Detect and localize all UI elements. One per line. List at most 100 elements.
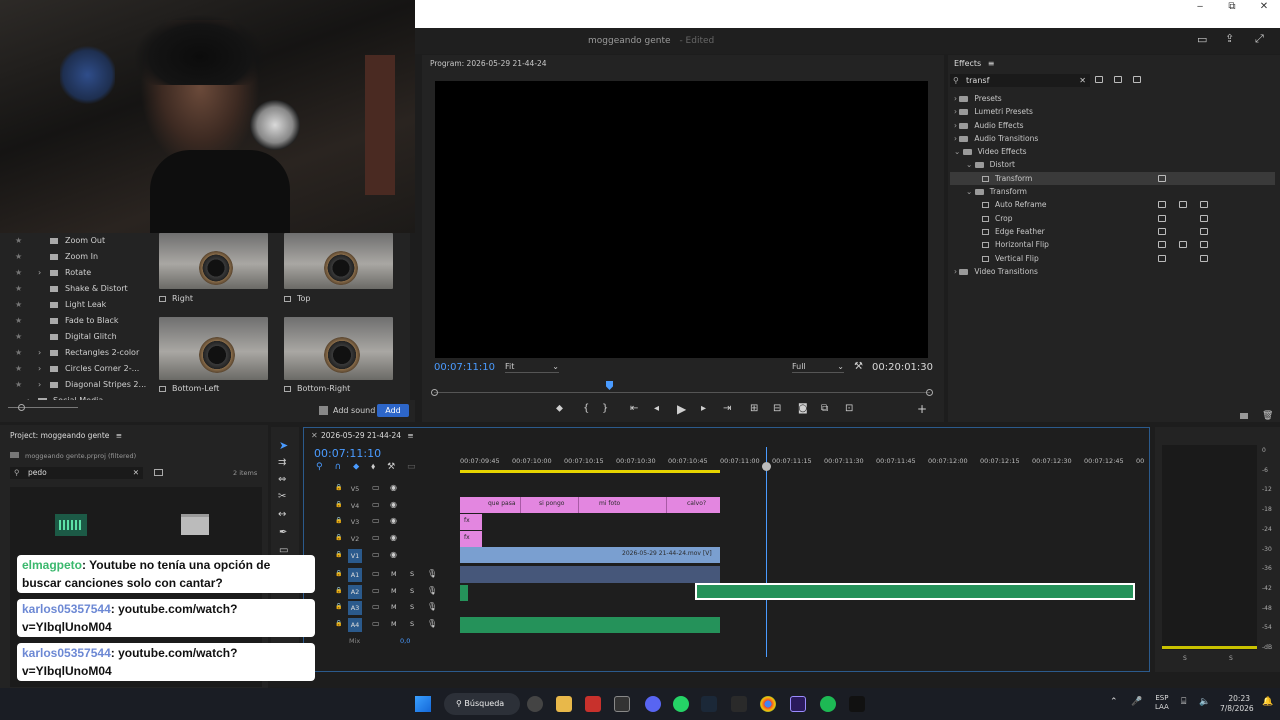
lock-icon[interactable]: 🔒	[335, 501, 342, 508]
track-label[interactable]: A3	[348, 601, 362, 616]
lock-icon[interactable]: 🔒	[335, 551, 342, 558]
go-to-in-icon[interactable]: ⇤	[630, 403, 638, 414]
preset-item[interactable]: ★ › Rotate	[0, 265, 150, 281]
snap-icon[interactable]: ⚲	[316, 462, 323, 472]
eye-icon[interactable]: ◉	[390, 533, 397, 542]
program-timecode[interactable]: 00:07:11:10	[434, 362, 495, 373]
menu-icon[interactable]: ≡	[407, 431, 413, 440]
preset-item[interactable]: ★ Zoom Out	[0, 233, 150, 249]
32bit-effects-icon[interactable]	[1114, 76, 1122, 83]
track-label[interactable]: V3	[348, 515, 362, 529]
audio-track-header[interactable]: 🔒 A1 ▭ M S 🎙	[305, 567, 460, 583]
effects-folder[interactable]: › Audio Transitions	[950, 132, 1275, 145]
volume-icon[interactable]: 🔈	[1199, 697, 1210, 707]
whatsapp-icon[interactable]	[673, 696, 689, 712]
sync-lock-icon[interactable]: ▭	[372, 602, 380, 611]
add-button[interactable]: Add	[377, 404, 409, 417]
obs-icon[interactable]	[614, 696, 630, 712]
microphone-icon[interactable]: 🎤	[1131, 697, 1142, 707]
clip[interactable]: fx	[460, 531, 482, 547]
menu-icon[interactable]: ≡	[988, 59, 995, 68]
audio-item-thumbnail[interactable]	[55, 514, 87, 536]
star-icon[interactable]: ★	[15, 345, 22, 361]
mute-button[interactable]: M	[391, 587, 397, 595]
preset-item[interactable]: ★ › Rectangles 2-color	[0, 345, 150, 361]
lock-icon[interactable]: 🔒	[335, 603, 342, 610]
effect-item[interactable]: Horizontal Flip	[950, 238, 1275, 251]
mark-in-icon[interactable]: {	[583, 403, 589, 414]
clip[interactable]	[460, 617, 720, 633]
network-icon[interactable]: ⌸	[1181, 697, 1186, 707]
sync-lock-icon[interactable]: ▭	[372, 500, 380, 509]
ripple-edit-tool-icon[interactable]: ⇔	[278, 474, 286, 485]
effect-item[interactable]: Crop	[950, 212, 1275, 225]
effect-item[interactable]: Vertical Flip	[950, 252, 1275, 265]
chevron-right-icon[interactable]: ›	[38, 265, 41, 281]
clip[interactable]	[460, 566, 720, 583]
lock-icon[interactable]: 🔒	[335, 534, 342, 541]
video-track-header[interactable]: 🔒 V3 ▭ ◉	[305, 514, 460, 530]
eye-icon[interactable]: ◉	[390, 516, 397, 525]
effects-folder[interactable]: › Lumetri Presets	[950, 105, 1275, 118]
selection-tool-icon[interactable]: ➤	[279, 439, 288, 452]
clip[interactable]: 2026-05-29 21-44-24.mov [V]	[460, 547, 720, 563]
play-icon[interactable]: ▶	[677, 402, 686, 416]
notifications-icon[interactable]: 🔔	[1262, 697, 1273, 707]
add-marker-icon[interactable]: ⬥	[353, 462, 359, 472]
solo-left[interactable]: S	[1183, 655, 1187, 662]
wrench-icon[interactable]: ⚒	[854, 361, 863, 372]
scrub-start-handle[interactable]	[431, 389, 438, 396]
star-icon[interactable]: ★	[15, 297, 22, 313]
folder-icon[interactable]	[181, 514, 209, 535]
effects-folder[interactable]: ⌄ Transform	[950, 185, 1275, 198]
program-monitor-viewport[interactable]	[435, 81, 928, 358]
thumb-bottom-left[interactable]	[159, 317, 268, 380]
epic-games-icon[interactable]	[731, 696, 747, 712]
chevron-down-icon[interactable]: ⌄	[966, 160, 975, 169]
program-monitor-title[interactable]: Program: 2026-05-29 21-44-24	[430, 59, 547, 68]
share-icon[interactable]: ⇪	[1225, 32, 1234, 45]
yuv-effects-icon[interactable]	[1133, 76, 1141, 83]
clear-icon[interactable]: ✕	[133, 467, 139, 479]
close-button[interactable]: ✕	[1248, 0, 1280, 14]
quality-dropdown[interactable]: Full ⌄	[792, 362, 844, 373]
microphone-icon[interactable]: 🎙	[427, 569, 437, 578]
track-label[interactable]: V2	[348, 532, 362, 546]
sync-lock-icon[interactable]: ▭	[372, 569, 380, 578]
effects-search-input[interactable]: ⚲ transf ✕	[950, 74, 1090, 87]
compare-icon[interactable]: ⧉	[821, 403, 828, 414]
effect-item[interactable]: Auto Reframe	[950, 198, 1275, 211]
pen-tool-icon[interactable]: ✒	[279, 527, 287, 538]
new-bin-icon[interactable]	[1240, 413, 1248, 419]
chevron-right-icon[interactable]: ›	[38, 345, 41, 361]
solo-button[interactable]: S	[410, 570, 414, 578]
minimize-button[interactable]: ‒	[1184, 0, 1216, 14]
timeline-timecode[interactable]: 00:07:11:10	[314, 447, 381, 460]
step-back-icon[interactable]: ◂	[654, 403, 659, 414]
video-track-header[interactable]: 🔒 V1 ▭ ◉	[305, 548, 460, 564]
thumb-bottom-right[interactable]	[284, 317, 393, 380]
preset-item[interactable]: ★ Light Leak	[0, 297, 150, 313]
preset-item[interactable]: ★ Digital Glitch	[0, 329, 150, 345]
step-forward-icon[interactable]: ▸	[701, 403, 706, 414]
project-search-input[interactable]: ⚲ pedo ✕	[10, 467, 143, 479]
clip[interactable]	[695, 583, 1135, 600]
solo-button[interactable]: S	[410, 620, 414, 628]
lock-icon[interactable]: 🔒	[335, 517, 342, 524]
windows-start-icon[interactable]	[415, 696, 431, 712]
playhead-handle[interactable]	[762, 462, 771, 471]
preset-item[interactable]: ★ › Diagonal Stripes 2...	[0, 377, 150, 393]
clip[interactable]: si pongo	[520, 497, 578, 513]
star-icon[interactable]: ★	[15, 329, 22, 345]
lock-icon[interactable]: 🔒	[335, 587, 342, 594]
effects-folder[interactable]: ⌄ Video Effects	[950, 145, 1275, 158]
clear-icon[interactable]: ✕	[1079, 74, 1086, 87]
work-area-bar[interactable]	[460, 470, 720, 473]
fullscreen-icon[interactable]: ⤢	[1255, 32, 1264, 46]
clip[interactable]: mi foto	[578, 497, 666, 513]
camera-icon[interactable]: ◙	[798, 403, 808, 414]
menu-icon[interactable]: ≡	[116, 431, 122, 440]
track-label[interactable]: V5	[348, 482, 362, 496]
preset-item[interactable]: ★ Shake & Distort	[0, 281, 150, 297]
sync-lock-icon[interactable]: ▭	[372, 516, 380, 525]
